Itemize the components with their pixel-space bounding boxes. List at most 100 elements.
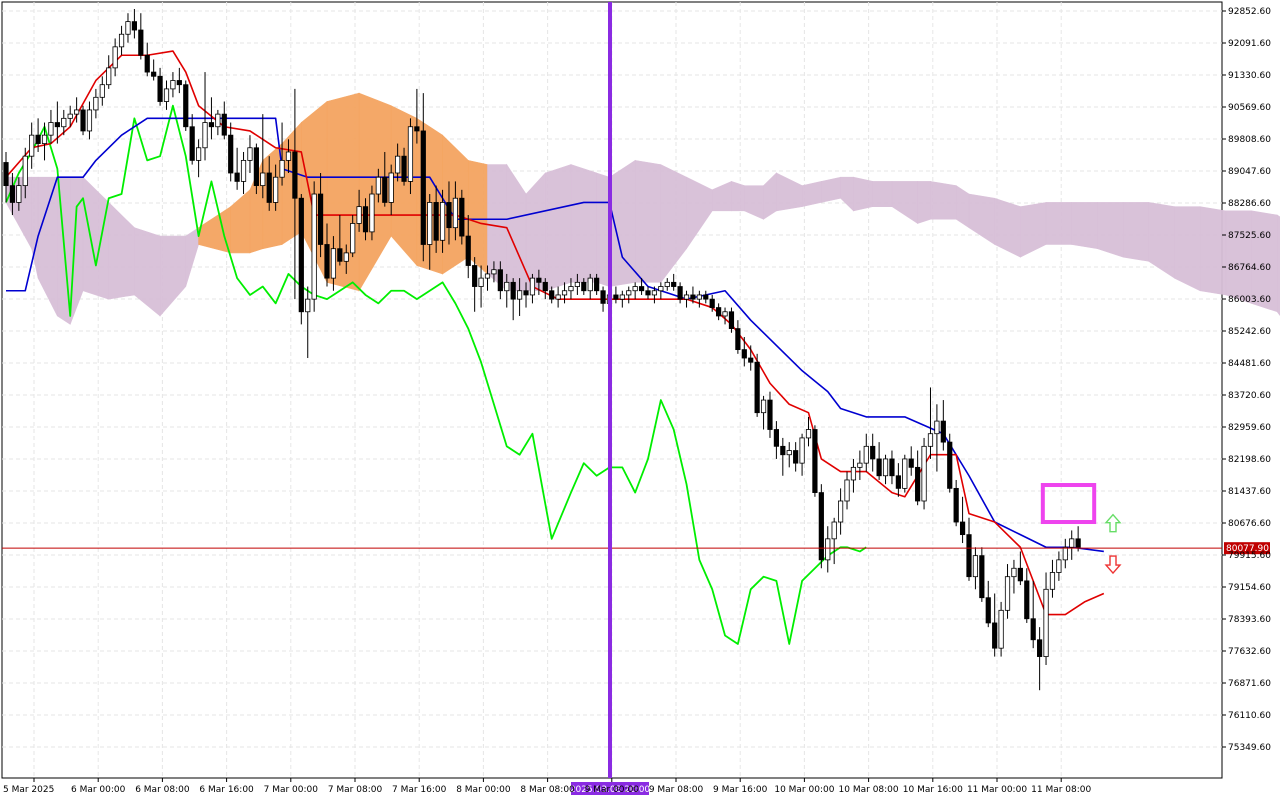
- bearish-candle: [690, 294, 696, 300]
- y-tick-label: 91330.60: [1228, 71, 1271, 81]
- y-tick-label: 76871.60: [1228, 679, 1271, 689]
- kumo-bear-segment: [525, 172, 546, 292]
- bearish-candle: [253, 147, 259, 187]
- bearish-candle: [793, 450, 799, 464]
- kumo-bear-segment: [544, 164, 572, 292]
- bearish-candle: [138, 29, 144, 56]
- x-tick-label: 5 Mar 2025: [3, 785, 54, 795]
- y-tick-label: 90569.60: [1228, 103, 1271, 113]
- bearish-candle: [208, 122, 215, 128]
- candlestick-series: [3, 9, 1081, 691]
- bullish-candle: [786, 450, 792, 456]
- bullish-candle: [311, 193, 317, 300]
- y-tick-label: 87525.60: [1228, 231, 1271, 241]
- bullish-candle: [683, 294, 690, 300]
- bearish-candle: [992, 622, 998, 649]
- bullish-candle: [1056, 559, 1062, 573]
- bearish-candle: [671, 281, 677, 287]
- bearish-candle: [221, 113, 227, 136]
- kumo-bear-segment: [634, 160, 662, 283]
- kumo-bear-segment: [506, 163, 527, 292]
- bearish-candle: [1075, 538, 1081, 548]
- kumo-bear-segment: [917, 181, 931, 224]
- y-tick-label: 78393.60: [1228, 615, 1271, 625]
- bullish-candle: [921, 445, 927, 502]
- bearish-candle: [895, 475, 901, 489]
- x-tick-label: 6 Mar 00:00: [71, 785, 126, 795]
- bullish-candle: [1049, 572, 1056, 590]
- bullish-candle: [22, 155, 28, 187]
- bearish-candle: [459, 197, 465, 237]
- x-tick-label: 11 Mar 00:00: [967, 785, 1027, 795]
- kumo-bear-segment: [731, 180, 745, 212]
- x-tick-label: 8 Mar 00:00: [456, 785, 511, 795]
- bullish-candle: [427, 202, 433, 245]
- bearish-candle: [767, 399, 773, 430]
- x-tick-label: 6 Mar 08:00: [135, 785, 190, 795]
- down-arrow: [1104, 555, 1122, 575]
- bullish-candle: [285, 151, 292, 161]
- bearish-candle: [465, 235, 471, 266]
- bearish-candle: [735, 328, 741, 351]
- bearish-candle: [549, 290, 555, 300]
- bullish-candle: [844, 479, 850, 502]
- bullish-candle: [99, 84, 105, 98]
- kumo-bear-segment: [686, 176, 713, 250]
- bearish-candle: [266, 172, 272, 203]
- kumo-bear-segment: [37, 176, 58, 317]
- bearish-candle: [362, 206, 369, 233]
- bullish-candle: [902, 458, 908, 489]
- kumo-bear-segment: [1097, 202, 1124, 258]
- bullish-candle: [484, 273, 491, 279]
- bearish-candle: [80, 109, 86, 132]
- bearish-candle: [536, 277, 542, 283]
- bullish-candle: [491, 269, 497, 275]
- bullish-candle: [29, 134, 35, 157]
- y-tick-label: 86003.60: [1228, 295, 1271, 305]
- bearish-candle: [728, 311, 735, 329]
- bearish-candle: [433, 202, 439, 241]
- x-tick-label: 7 Mar 16:00: [392, 785, 447, 795]
- bearish-candle: [985, 597, 991, 624]
- bearish-candle: [600, 290, 606, 304]
- bearish-candle: [959, 521, 966, 536]
- bullish-candle: [651, 290, 658, 296]
- bullish-candle: [163, 88, 170, 102]
- y-tick-label: 89047.60: [1228, 167, 1271, 177]
- bullish-candle: [247, 147, 253, 161]
- x-tick-label: 9 Mar 16:00: [713, 785, 768, 795]
- y-tick-label: 92852.60: [1228, 7, 1271, 17]
- bullish-candle: [195, 147, 202, 161]
- bearish-candle: [979, 555, 985, 599]
- bullish-candle: [882, 458, 889, 477]
- bullish-candle: [369, 193, 375, 233]
- kumo-bear-segment: [1199, 206, 1227, 296]
- kumo-bear-segment: [801, 181, 822, 208]
- bullish-candle: [722, 311, 728, 317]
- bearish-candle: [812, 429, 818, 493]
- bullish-candle: [632, 286, 638, 292]
- bearish-candle: [157, 75, 163, 102]
- bullish-candle: [48, 122, 54, 136]
- kumo-bear-segment: [1020, 202, 1047, 258]
- bearish-candle: [189, 126, 195, 161]
- bullish-candle: [452, 197, 459, 229]
- bearish-candle: [324, 244, 330, 279]
- y-tick-label: 85242.60: [1228, 327, 1271, 337]
- bullish-candle: [67, 113, 73, 119]
- y-tick-label: 84481.60: [1228, 359, 1271, 369]
- bearish-candle: [144, 54, 150, 73]
- kumo-bear-segment: [134, 227, 161, 317]
- kumo-bear-segment: [1225, 210, 1252, 304]
- time-axis: 5 Mar 2025 6 Mar 00:00 6 Mar 08:00 6 Mar 16…: [3, 778, 1092, 795]
- bullish-candle: [1004, 576, 1011, 611]
- bearish-candle: [754, 361, 760, 414]
- up-arrow: [1104, 513, 1122, 533]
- y-tick-label: 88286.60: [1228, 199, 1271, 209]
- bearish-candle: [748, 357, 754, 363]
- bullish-candle: [330, 248, 337, 279]
- x-tick-label: 8 Mar 08:00: [520, 785, 575, 795]
- bullish-candle: [61, 117, 67, 128]
- bullish-candle: [240, 159, 247, 182]
- bearish-candle: [317, 193, 324, 245]
